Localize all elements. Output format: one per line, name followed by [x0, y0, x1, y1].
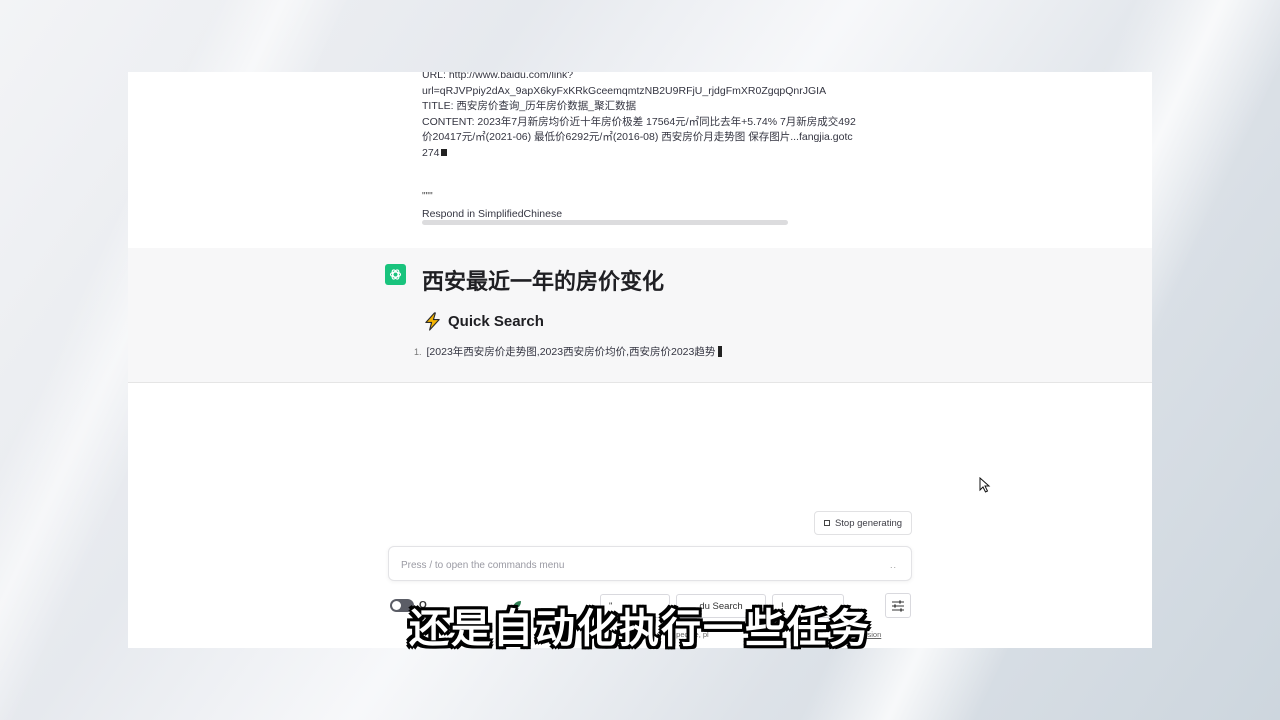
user-line-title: TITLE: 西安房价查询_历年房价数据_聚汇数据 — [422, 100, 637, 112]
stop-generating-button[interactable]: Stop generating — [814, 511, 912, 535]
quote-marks: """ — [422, 191, 433, 202]
typing-cursor — [718, 346, 723, 357]
quick-search-label: Quick Search — [448, 313, 544, 330]
lightning-bolt-icon — [425, 312, 440, 331]
send-icon[interactable]: .. — [890, 560, 897, 570]
user-line-url: URL: http://www.baidu.com/link? — [422, 72, 574, 81]
response-heading: 西安最近一年的房价变化 — [422, 270, 665, 295]
result-number: 1. — [414, 346, 422, 357]
openai-knot-icon — [389, 269, 402, 280]
stop-generating-label: Stop generating — [834, 517, 903, 529]
user-line-content-3-text: 274 — [422, 146, 440, 159]
video-subtitle: 还是自动化执行一些任务 — [409, 606, 871, 652]
horizontal-scrollbar[interactable] — [422, 220, 788, 225]
chat-window: URL: http://www.baidu.com/link? url=qRJV… — [128, 72, 1152, 648]
search-result-list: 1. [2023年西安房价走势图,2023西安房价均价,西安房价2023趋势 — [414, 344, 723, 359]
user-line-content: CONTENT: 2023年7月新房均价近十年房价极差 17564元/㎡同比去年… — [422, 115, 856, 128]
user-line-content-3: 274 — [422, 146, 872, 162]
quick-search-heading: Quick Search — [423, 312, 544, 331]
assistant-message: 西安最近一年的房价变化 Quick Search 1. [2023年西安房价走势… — [128, 248, 1152, 383]
user-message-content: URL: http://www.baidu.com/link? url=qRJV… — [422, 72, 872, 222]
chatgpt-logo-icon — [385, 264, 406, 285]
prompt-input[interactable] — [399, 555, 863, 575]
replacement-char-icon — [440, 149, 447, 157]
stop-square-icon — [823, 520, 830, 526]
mouse-pointer-icon — [979, 477, 991, 493]
user-message: URL: http://www.baidu.com/link? url=qRJV… — [128, 72, 1152, 248]
user-line-url-query: url=qRJVPpiy2dAx_9apX6kyFxKRkGceemqmtzNB… — [422, 84, 827, 97]
user-line-content-2: 价20417元/㎡(2021-06) 最低价6292元/㎡(2016-08) 西… — [422, 131, 853, 143]
result-text[interactable]: [2023年西安房价走势图,2023西安房价均价,西安房价2023趋势 — [427, 344, 716, 359]
prompt-input-box[interactable]: .. — [388, 546, 912, 581]
